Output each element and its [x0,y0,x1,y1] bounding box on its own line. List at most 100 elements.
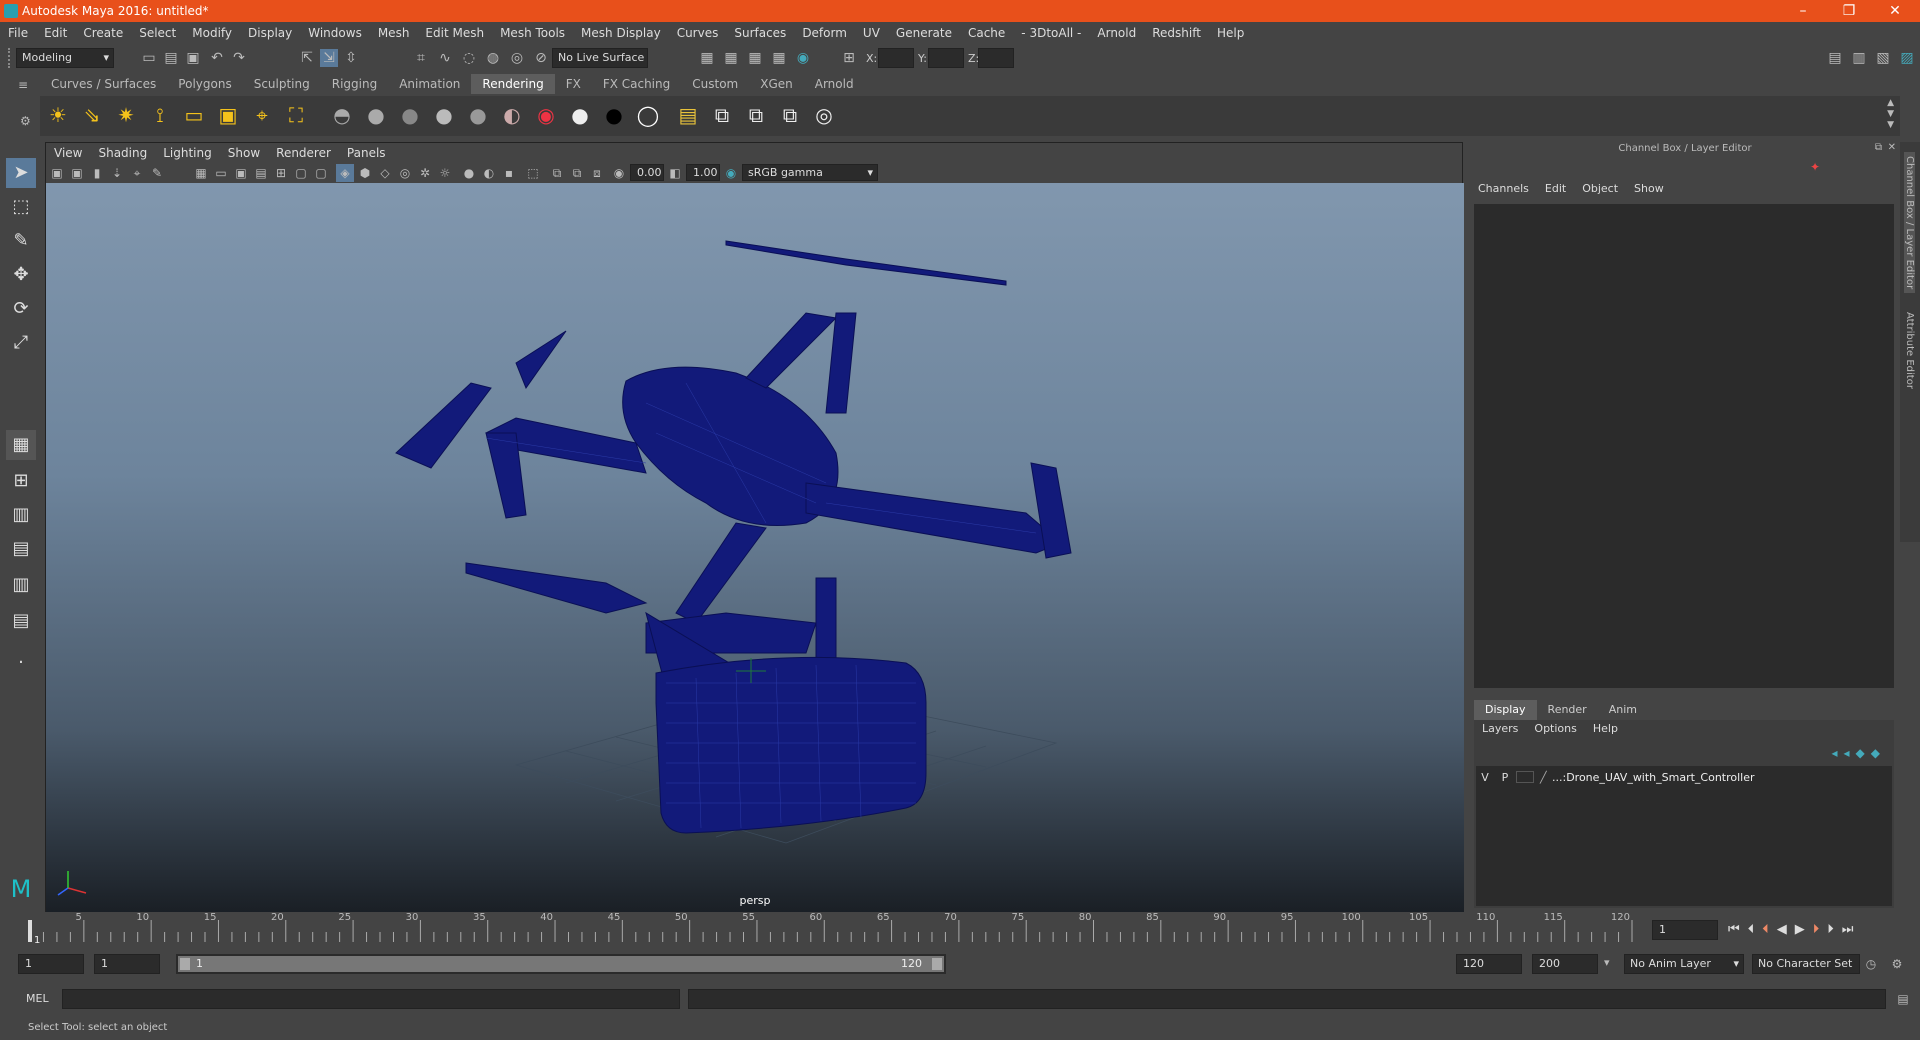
menu-item-edit[interactable]: Edit [36,26,75,40]
select-tool-icon[interactable]: ➤ [6,158,36,188]
layer-row[interactable]: V P ╱ ...:Drone_UAV_with_Smart_Controlle… [1476,768,1892,786]
play-forwards-icon[interactable]: ▶ [1795,922,1813,937]
material-attributes-icon[interactable]: ⧉ [742,101,770,129]
shelf-tab-animation[interactable]: Animation [388,74,471,94]
image-plane-icon[interactable]: ⇣ [108,164,126,182]
viewport-menu-renderer[interactable]: Renderer [268,146,339,160]
textured-icon[interactable]: ◎ [396,164,414,182]
viewport-menu-show[interactable]: Show [220,146,268,160]
shelf-tab-polygons[interactable]: Polygons [167,74,242,94]
current-time-marker[interactable] [28,920,32,942]
menu-item-windows[interactable]: Windows [300,26,370,40]
menu-item-help[interactable]: Help [1209,26,1252,40]
layer-menu-help[interactable]: Help [1585,722,1626,740]
xray-joints-icon[interactable]: ⧉ [568,164,586,182]
render-sequence-icon[interactable]: ▤ [674,101,702,129]
safe-action-icon[interactable]: ▢ [292,164,310,182]
white-material-icon[interactable]: ● [566,101,594,129]
lasso-tool-icon[interactable]: ⬚ [6,192,36,222]
step-back-key-icon[interactable]: ⏴ [1762,922,1777,937]
shelf-tab-xgen[interactable]: XGen [749,74,804,94]
chevron-down-icon[interactable]: ▾ [1604,956,1610,969]
standard-material-icon[interactable]: ◯ [634,101,662,129]
snap-point-icon[interactable]: ◌ [460,49,478,67]
channel-list[interactable] [1474,204,1894,688]
open-scene-icon[interactable]: ▤ [162,49,180,67]
play-backwards-icon[interactable]: ◀ [1777,922,1795,937]
isolate-select-icon[interactable]: ⬚ [524,164,542,182]
step-back-icon[interactable]: ⏴ [1748,922,1763,937]
menu-item-arnold[interactable]: Arnold [1089,26,1144,40]
spot-light-icon[interactable]: ⟟ [146,101,174,129]
shelf-tab-custom[interactable]: Custom [681,74,749,94]
snap-view-icon[interactable]: ◍ [484,49,502,67]
render-target-icon[interactable]: ◎ [810,101,838,129]
start-time-field[interactable]: 1 [18,954,84,974]
ambient-light-icon[interactable]: ☀ [44,101,72,129]
command-input[interactable] [62,989,680,1009]
x-field[interactable] [878,48,914,68]
layer-tab-render[interactable]: Render [1537,700,1598,720]
layer-color-swatch[interactable] [1516,771,1534,783]
layer-actions-icon[interactable]: ◂◂◆◆ [1831,746,1886,760]
channel-box-toggle-icon[interactable]: ▨ [1898,49,1916,67]
viewport-canvas[interactable]: persp [46,183,1464,913]
save-scene-icon[interactable]: ▣ [184,49,202,67]
current-frame-field[interactable]: 1 [1652,920,1718,940]
xray-icon[interactable]: ⧉ [548,164,566,182]
close-button[interactable]: ✕ [1872,0,1918,22]
shadows-icon[interactable]: ☼ [436,164,454,182]
grid-toggle-icon[interactable]: ▦ [192,164,210,182]
menu-item-curves[interactable]: Curves [669,26,727,40]
snap-curve-icon[interactable]: ∿ [436,49,454,67]
z-field[interactable] [978,48,1014,68]
move-tool-icon[interactable]: ✥ [6,260,36,290]
channel-box-menu-object[interactable]: Object [1574,182,1626,200]
resolution-gate-icon[interactable]: ▣ [232,164,250,182]
menu-item-cache[interactable]: Cache [960,26,1013,40]
persp-outliner-layout-icon[interactable]: ▥ [6,500,36,530]
close-panel-icon[interactable]: ✕ [1888,142,1896,153]
wireframe-icon[interactable]: ◈ [336,164,354,182]
field-chart-icon[interactable]: ⊞ [272,164,290,182]
point-light-icon[interactable]: ✷ [112,101,140,129]
layer-visibility[interactable]: V [1476,771,1494,784]
persp-graph-layout-icon[interactable]: ▤ [6,534,36,564]
render-view-icon[interactable]: ▦ [698,49,716,67]
character-set-dropdown[interactable]: No Character Set [1752,954,1860,974]
shelf-tab-fx[interactable]: FX [555,74,592,94]
shelf-menu-icon[interactable]: ≡ [18,78,32,92]
ramp-shader-icon[interactable]: ◐ [498,101,526,129]
render-settings-icon[interactable]: ▦ [770,49,788,67]
redo-icon[interactable]: ↷ [230,49,248,67]
select-camera-icon[interactable]: ▣ [48,164,66,182]
snap-surface-icon[interactable]: ◎ [508,49,526,67]
layer-tab-display[interactable]: Display [1474,700,1537,720]
hypershade-layout-icon[interactable]: ▥ [6,570,36,600]
volume-light-icon[interactable]: ▣ [214,101,242,129]
animation-preferences-icon[interactable]: ⚙ [1888,955,1906,973]
range-handle-end[interactable] [932,958,942,970]
make-live-icon[interactable]: ⊘ [532,49,550,67]
blinn-material-icon[interactable]: ● [362,101,390,129]
shelf-scroll-arrows-icon[interactable]: ▲ ▼ ▼ [1887,98,1894,131]
menu-item-uv[interactable]: UV [855,26,888,40]
layer-menu-options[interactable]: Options [1526,722,1584,740]
select-object-icon[interactable]: ⇲ [320,49,338,67]
hypershade-icon[interactable]: ◉ [794,49,812,67]
anim-layer-dropdown[interactable]: No Anim Layer ▾ [1624,954,1744,974]
bookmark-icon[interactable]: ▮ [88,164,106,182]
screen-space-ao-icon[interactable]: ● [460,164,478,182]
shelf-settings-icon[interactable]: ⚙ [20,114,34,128]
time-slider[interactable]: 5 10 15 20 25 30 35 40 45 50 55 60 65 70 75 80 85 90 95 100… [20,912,1640,946]
safe-title-icon[interactable]: ▢ [312,164,330,182]
single-perspective-layout-icon[interactable]: ▦ [6,430,36,460]
menu-item-deform[interactable]: Deform [794,26,855,40]
wireframe-on-shaded-icon[interactable]: ◇ [376,164,394,182]
playback-end-field[interactable]: 120 [1456,954,1522,974]
color-space-dropdown[interactable]: sRGB gamma ▾ [742,164,878,181]
viewport-menu-view[interactable]: View [46,146,90,160]
mode-dropdown[interactable]: Modeling ▾ [16,48,114,68]
menu-item-display[interactable]: Display [240,26,300,40]
select-component-icon[interactable]: ⇳ [342,49,360,67]
